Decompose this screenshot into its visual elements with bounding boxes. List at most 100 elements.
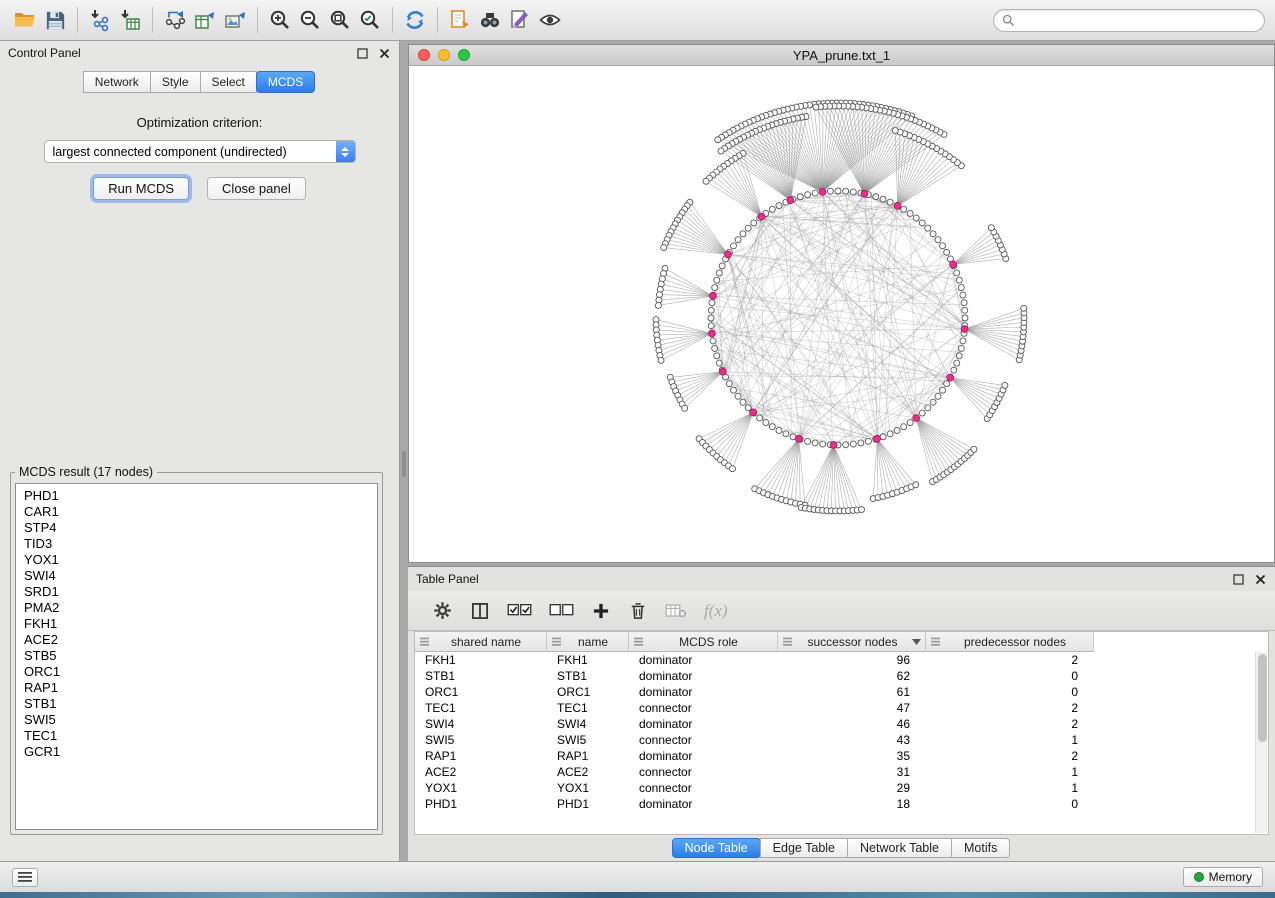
delete-column-button[interactable] [628, 601, 648, 621]
table-options-button[interactable] [432, 600, 453, 621]
table-panel-header: Table Panel [408, 567, 1275, 591]
column-header-successor-nodes[interactable]: successor nodes [778, 632, 926, 652]
table-row[interactable]: YOX1 YOX1 connector 29 1 [415, 780, 1268, 796]
table-row[interactable]: FKH1 FKH1 dominator 96 2 [415, 652, 1268, 668]
memory-button[interactable]: Memory [1183, 867, 1263, 887]
mcds-result-item[interactable]: GCR1 [16, 744, 377, 760]
mcds-result-item[interactable]: TEC1 [16, 728, 377, 744]
clone-network-button[interactable] [445, 5, 475, 35]
task-history-button[interactable] [12, 868, 38, 887]
mcds-result-item[interactable]: SWI5 [16, 712, 377, 728]
column-menu-icon[interactable] [419, 636, 430, 647]
mcds-result-item[interactable]: ACE2 [16, 632, 377, 648]
select-all-button[interactable] [507, 602, 532, 619]
control-panel-tab[interactable]: Select [200, 71, 257, 93]
table-panel-title: Table Panel [416, 572, 479, 586]
column-header-mcds-role[interactable]: MCDS role [629, 632, 778, 652]
column-menu-icon[interactable] [782, 636, 793, 647]
table-row[interactable]: STB1 STB1 dominator 62 0 [415, 668, 1268, 684]
float-panel-icon[interactable] [1231, 572, 1245, 586]
column-menu-icon[interactable] [930, 636, 941, 647]
mcds-result-item[interactable]: PHD1 [16, 488, 377, 504]
control-panel-tab[interactable]: MCDS [256, 71, 315, 93]
table-row[interactable]: SWI5 SWI5 connector 43 1 [415, 732, 1268, 748]
memory-label: Memory [1209, 870, 1252, 884]
window-minimize-icon[interactable] [438, 49, 450, 61]
zoom-in-button[interactable] [265, 5, 295, 35]
zoom-in-icon [268, 8, 292, 32]
table-row[interactable]: ACE2 ACE2 connector 31 1 [415, 764, 1268, 780]
network-search-field[interactable] [993, 9, 1265, 32]
mcds-result-item[interactable]: SWI4 [16, 568, 377, 584]
mcds-result-item[interactable]: SRD1 [16, 584, 377, 600]
table-panel-tab[interactable]: Edge Table [760, 838, 848, 858]
search-input[interactable] [1020, 13, 1256, 27]
import-network-button[interactable] [85, 5, 115, 35]
show-columns-button[interactable] [470, 601, 490, 621]
mcds-result-item[interactable]: YOX1 [16, 552, 377, 568]
table-row[interactable]: PHD1 PHD1 dominator 18 0 [415, 796, 1268, 812]
apply-layout-button[interactable] [400, 5, 430, 35]
mcds-result-item[interactable]: STB5 [16, 648, 377, 664]
close-panel-icon[interactable] [377, 46, 391, 60]
float-panel-icon[interactable] [355, 46, 369, 60]
zoom-out-button[interactable] [295, 5, 325, 35]
mcds-result-list[interactable]: PHD1 CAR1 STP4 TID3 YOX1 SWI4 SRD1 PMA2 … [15, 483, 378, 830]
close-panel-icon[interactable] [1253, 572, 1267, 586]
table-panel: Table Panel [408, 566, 1275, 861]
column-menu-icon[interactable] [551, 636, 562, 647]
close-panel-button[interactable]: Close panel [207, 177, 306, 200]
column-header-shared-name[interactable]: shared name [415, 632, 547, 652]
columns-icon [470, 601, 490, 621]
mcds-result-item[interactable]: FKH1 [16, 616, 377, 632]
deselect-all-button[interactable] [549, 602, 574, 619]
column-header-name[interactable]: name [547, 632, 629, 652]
optimization-criterion-select[interactable]: largest connected component (undirected) [44, 140, 356, 163]
mcds-result-item[interactable]: CAR1 [16, 504, 377, 520]
export-table-button[interactable] [190, 5, 220, 35]
mcds-result-item[interactable]: STB1 [16, 696, 377, 712]
table-row[interactable]: SWI4 SWI4 dominator 46 2 [415, 716, 1268, 732]
column-menu-icon[interactable] [633, 636, 644, 647]
control-panel-tab[interactable]: Network [83, 71, 151, 93]
export-network-button[interactable] [160, 5, 190, 35]
window-close-icon[interactable] [418, 49, 430, 61]
style-button[interactable] [505, 5, 535, 35]
right-column: YPA_prune.txt_1 Table Panel [408, 41, 1275, 861]
zoom-selected-icon [358, 8, 382, 32]
network-canvas[interactable] [409, 66, 1274, 562]
mcds-result-item[interactable]: STP4 [16, 520, 377, 536]
mcds-result-item[interactable]: RAP1 [16, 680, 377, 696]
table-row[interactable]: ORC1 ORC1 dominator 61 0 [415, 684, 1268, 700]
table-panel-tab[interactable]: Network Table [847, 838, 952, 858]
table-row[interactable]: TEC1 TEC1 connector 47 2 [415, 700, 1268, 716]
mcds-result-item[interactable]: TID3 [16, 536, 377, 552]
search-network-button[interactable] [475, 5, 505, 35]
panel-splitter[interactable] [400, 41, 408, 861]
search-icon [1002, 14, 1015, 27]
window-maximize-icon[interactable] [458, 49, 470, 61]
control-panel-tabs: Network Style Select MCDS [0, 71, 399, 93]
mcds-result-item[interactable]: ORC1 [16, 664, 377, 680]
clear-table-icon [665, 602, 687, 620]
table-panel-tab[interactable]: Node Table [672, 838, 761, 858]
table-panel-tab[interactable]: Motifs [951, 838, 1010, 858]
run-mcds-button[interactable]: Run MCDS [93, 177, 189, 200]
column-header-predecessor-nodes[interactable]: predecessor nodes [926, 632, 1094, 652]
open-session-button[interactable] [10, 5, 40, 35]
zoom-fit-button[interactable] [325, 5, 355, 35]
network-window-titlebar[interactable]: YPA_prune.txt_1 [409, 45, 1274, 66]
zoom-selected-button[interactable] [355, 5, 385, 35]
table-scrollbar[interactable] [1255, 652, 1267, 833]
export-image-button[interactable] [220, 5, 250, 35]
create-column-button[interactable] [591, 601, 611, 621]
optimization-criterion-label: Optimization criterion: [0, 115, 399, 130]
memory-status-icon [1194, 872, 1204, 882]
control-panel-tab[interactable]: Style [150, 71, 201, 93]
table-row[interactable]: RAP1 RAP1 dominator 35 2 [415, 748, 1268, 764]
scrollbar-thumb[interactable] [1258, 654, 1267, 742]
show-graphics-button[interactable] [535, 5, 565, 35]
mcds-result-item[interactable]: PMA2 [16, 600, 377, 616]
import-table-button[interactable] [115, 5, 145, 35]
save-session-button[interactable] [40, 5, 70, 35]
